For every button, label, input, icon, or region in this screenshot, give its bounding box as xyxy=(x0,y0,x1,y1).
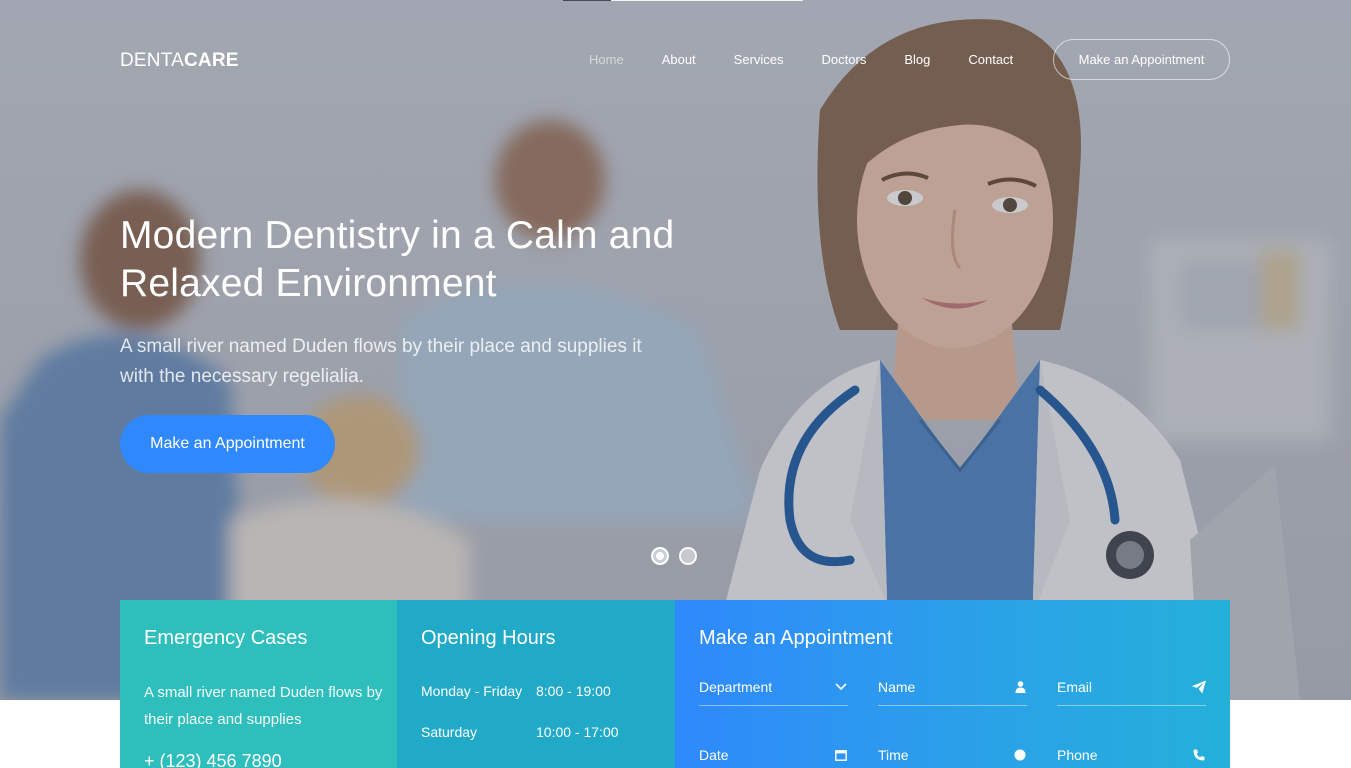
slider-dots xyxy=(651,547,697,565)
date-placeholder: Date xyxy=(699,746,729,763)
phone-field[interactable]: Phone xyxy=(1057,736,1206,768)
brand-logo-bold: CARE xyxy=(183,50,239,71)
hours-day: Saturday xyxy=(421,724,478,740)
chevron-down-icon xyxy=(834,680,848,694)
time-field[interactable]: Time xyxy=(878,736,1027,768)
emergency-title: Emergency Cases xyxy=(144,627,308,649)
nav-item-doctors[interactable]: Doctors xyxy=(803,52,886,68)
emergency-text: A small river named Duden flows by their… xyxy=(144,684,383,728)
opening-hours-title: Opening Hours xyxy=(421,627,556,649)
name-field[interactable]: Name xyxy=(878,668,1027,706)
hero-subtitle: A small river named Duden flows by their… xyxy=(120,336,642,387)
main-nav: Home About Services Doctors Blog Contact xyxy=(570,52,1032,68)
hours-time: 10:00 - 17:00 xyxy=(536,724,619,740)
email-placeholder: Email xyxy=(1057,678,1093,695)
hero-appointment-button[interactable]: Make an Appointment xyxy=(120,415,335,473)
top-loading-bar-indicator xyxy=(563,0,611,1)
paper-plane-icon xyxy=(1192,679,1206,694)
email-field[interactable]: Email xyxy=(1057,668,1206,706)
emergency-phone[interactable]: + (123) 456 7890 xyxy=(144,751,282,768)
emergency-card: Emergency Cases A small river named Dude… xyxy=(120,600,397,768)
hours-day: Monday - Friday xyxy=(421,683,523,699)
appointment-form-card: Make an Appointment Department Name Emai… xyxy=(675,600,1230,768)
nav-item-blog[interactable]: Blog xyxy=(885,52,949,68)
clock-icon xyxy=(1013,748,1027,762)
phone-placeholder: Phone xyxy=(1057,746,1098,763)
nav-item-about[interactable]: About xyxy=(643,52,715,68)
nav-item-home[interactable]: Home xyxy=(570,52,643,68)
slider-dot-2[interactable] xyxy=(679,547,697,565)
time-placeholder: Time xyxy=(878,746,909,763)
info-cards: Emergency Cases A small river named Dude… xyxy=(120,600,1230,768)
calendar-icon xyxy=(834,748,848,762)
phone-icon xyxy=(1192,748,1206,762)
date-field[interactable]: Date xyxy=(699,736,848,768)
name-placeholder: Name xyxy=(878,678,916,695)
appointment-form-title: Make an Appointment xyxy=(699,627,893,649)
slider-dot-1[interactable] xyxy=(651,547,669,565)
department-select[interactable]: Department xyxy=(699,668,848,706)
hero-title: Modern Dentistry in a Calm and Relaxed E… xyxy=(120,214,675,305)
nav-appointment-button[interactable]: Make an Appointment xyxy=(1053,39,1230,80)
brand-logo[interactable]: DENTACARE xyxy=(120,50,239,72)
department-label: Department xyxy=(699,678,773,695)
hours-row: Saturday 10:00 - 17:00 xyxy=(421,724,619,740)
nav-item-services[interactable]: Services xyxy=(715,52,803,68)
user-icon xyxy=(1013,680,1027,694)
nav-item-contact[interactable]: Contact xyxy=(949,52,1032,68)
hours-row: Monday - Friday 8:00 - 19:00 xyxy=(421,683,611,699)
brand-logo-thin: DENTA xyxy=(120,50,184,71)
hours-time: 8:00 - 19:00 xyxy=(536,683,611,699)
opening-hours-card: Opening Hours Monday - Friday 8:00 - 19:… xyxy=(397,600,675,768)
